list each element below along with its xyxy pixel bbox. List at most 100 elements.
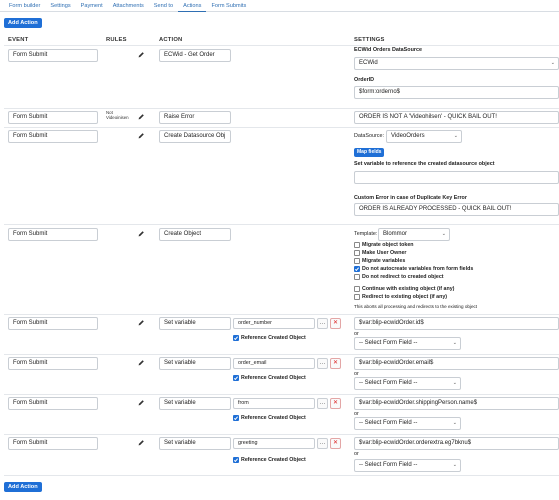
reference-variable-input[interactable] [354, 171, 559, 184]
row-divider [4, 224, 559, 225]
migrate-object-token-checkbox[interactable] [354, 242, 360, 248]
variable-name-input[interactable]: from [233, 398, 315, 409]
event-field[interactable]: Form Submit [8, 130, 98, 143]
edit-rule-icon[interactable] [137, 113, 145, 121]
form-field-select[interactable]: -- Select Form Field -- ⌄ [354, 377, 461, 390]
continue-existing-checkbox[interactable] [354, 286, 360, 292]
datasource-select[interactable]: VideoOrders ⌄ [386, 130, 462, 143]
header-action: ACTION [159, 37, 183, 43]
variable-value-input[interactable]: $var:blip-ecwidOrder.id$ [354, 317, 559, 330]
event-field[interactable]: Form Submit [8, 397, 98, 410]
chevron-down-icon: ⌄ [453, 133, 458, 139]
redirect-existing-checkbox[interactable] [354, 294, 360, 300]
reference-created-object-checkbox[interactable] [233, 335, 239, 341]
select-placeholder: -- Select Form Field -- [359, 340, 418, 346]
form-field-select[interactable]: -- Select Form Field -- ⌄ [354, 459, 461, 472]
action-field[interactable]: Set variable [159, 317, 231, 330]
delete-icon[interactable]: ✕ [330, 398, 341, 409]
reference-created-object-label: Reference Created Object [241, 375, 306, 381]
event-field[interactable]: Form Submit [8, 111, 98, 124]
form-field-select[interactable]: -- Select Form Field -- ⌄ [354, 337, 461, 350]
reference-created-object-label: Reference Created Object [241, 457, 306, 463]
edit-rule-icon[interactable] [137, 51, 145, 59]
variable-name-input[interactable]: order_number [233, 318, 315, 329]
option-label: Continue with existing object (if any) [362, 286, 455, 292]
edit-rule-icon[interactable] [137, 132, 145, 140]
row-divider [4, 108, 559, 109]
action-field[interactable]: Set variable [159, 357, 231, 370]
datasource-label: DataSource: [354, 133, 384, 139]
tab-attachments[interactable]: Attachments [108, 0, 149, 12]
more-options-button[interactable]: … [317, 358, 328, 369]
more-options-button[interactable]: … [317, 438, 328, 449]
orderid-label: OrderID [354, 77, 375, 83]
row-divider [4, 475, 559, 476]
no-redirect-checkbox[interactable] [354, 274, 360, 280]
delete-icon[interactable]: ✕ [330, 438, 341, 449]
no-autocreate-variables-checkbox[interactable] [354, 266, 360, 272]
reference-variable-label: Set variable to reference the created da… [354, 161, 495, 167]
row-divider [4, 354, 559, 355]
delete-icon[interactable]: ✕ [330, 318, 341, 329]
select-placeholder: -- Select Form Field -- [359, 420, 418, 426]
action-field[interactable]: Set variable [159, 437, 231, 450]
edit-rule-icon[interactable] [137, 439, 145, 447]
option-label: Migrate variables [362, 258, 406, 264]
make-user-owner-checkbox[interactable] [354, 250, 360, 256]
tab-settings[interactable]: Settings [45, 0, 75, 12]
reference-created-object-checkbox[interactable] [233, 375, 239, 381]
tab-payment[interactable]: Payment [76, 0, 108, 12]
tab-form-builder[interactable]: Form builder [4, 0, 45, 12]
variable-value-input[interactable]: $var:blip-ecwidOrder.shippingPerson.name… [354, 397, 559, 410]
event-field[interactable]: Form Submit [8, 49, 98, 62]
header-event: EVENT [8, 37, 29, 43]
more-options-button[interactable]: … [317, 398, 328, 409]
edit-rule-icon[interactable] [137, 359, 145, 367]
action-field[interactable]: ECWid - Get Order [159, 49, 231, 62]
chevron-down-icon: ⌄ [452, 462, 457, 468]
event-field[interactable]: Form Submit [8, 317, 98, 330]
migrate-variables-checkbox[interactable] [354, 258, 360, 264]
edit-rule-icon[interactable] [137, 230, 145, 238]
row-divider [4, 394, 559, 395]
tab-send-to[interactable]: Send to [149, 0, 178, 12]
add-action-button-bottom[interactable]: Add Action [4, 482, 42, 492]
reference-created-object-checkbox[interactable] [233, 457, 239, 463]
variable-value-input[interactable]: $var:blip-ecwidOrder.email$ [354, 357, 559, 370]
datasource-label: ECWid Orders DataSource [354, 47, 422, 53]
action-field[interactable]: Raise Error [159, 111, 231, 124]
or-label: or [354, 451, 359, 457]
action-field[interactable]: Create Datasource Obj [159, 130, 231, 143]
error-message-input[interactable]: ORDER IS NOT A 'Videohilsen' - QUICK BAI… [354, 111, 559, 124]
option-label: Redirect to existing object (if any) [362, 294, 448, 300]
add-action-button-top[interactable]: Add Action [4, 18, 42, 28]
event-field[interactable]: Form Submit [8, 437, 98, 450]
option-label: Do not redirect to created object [362, 274, 444, 280]
variable-value-input[interactable]: $var:blip-ecwidOrder.orderextra.eg7bknu$ [354, 437, 559, 450]
event-field[interactable]: Form Submit [8, 228, 98, 241]
map-fields-button[interactable]: Map fields [354, 148, 385, 157]
option-label: Do not autocreate variables from form fi… [362, 266, 474, 272]
more-options-button[interactable]: … [317, 318, 328, 329]
option-label: Migrate object token [362, 242, 414, 248]
variable-name-input[interactable]: greeting [233, 438, 315, 449]
duplicate-error-input[interactable]: ORDER IS ALREADY PROCESSED - QUICK BAIL … [354, 203, 559, 216]
edit-rule-icon[interactable] [137, 319, 145, 327]
duplicate-error-label: Custom Error in case of Duplicate Key Er… [354, 195, 467, 201]
datasource-select[interactable]: ECWid ⌄ [354, 57, 559, 70]
action-field[interactable]: Create Object [159, 228, 231, 241]
orderid-input[interactable]: $form:orderno$ [354, 86, 559, 99]
template-label: Template: [354, 231, 378, 237]
tab-actions[interactable]: Actions [178, 0, 207, 12]
variable-name-input[interactable]: order_email [233, 358, 315, 369]
edit-rule-icon[interactable] [137, 399, 145, 407]
action-field[interactable]: Set variable [159, 397, 231, 410]
template-select[interactable]: Blommor ⌄ [378, 228, 450, 241]
reference-created-object-checkbox[interactable] [233, 415, 239, 421]
reference-created-object-label: Reference Created Object [241, 415, 306, 421]
abort-note: This aborts all processing and redirects… [354, 304, 478, 309]
delete-icon[interactable]: ✕ [330, 358, 341, 369]
form-field-select[interactable]: -- Select Form Field -- ⌄ [354, 417, 461, 430]
event-field[interactable]: Form Submit [8, 357, 98, 370]
tab-form-submits[interactable]: Form Submits [206, 0, 251, 12]
